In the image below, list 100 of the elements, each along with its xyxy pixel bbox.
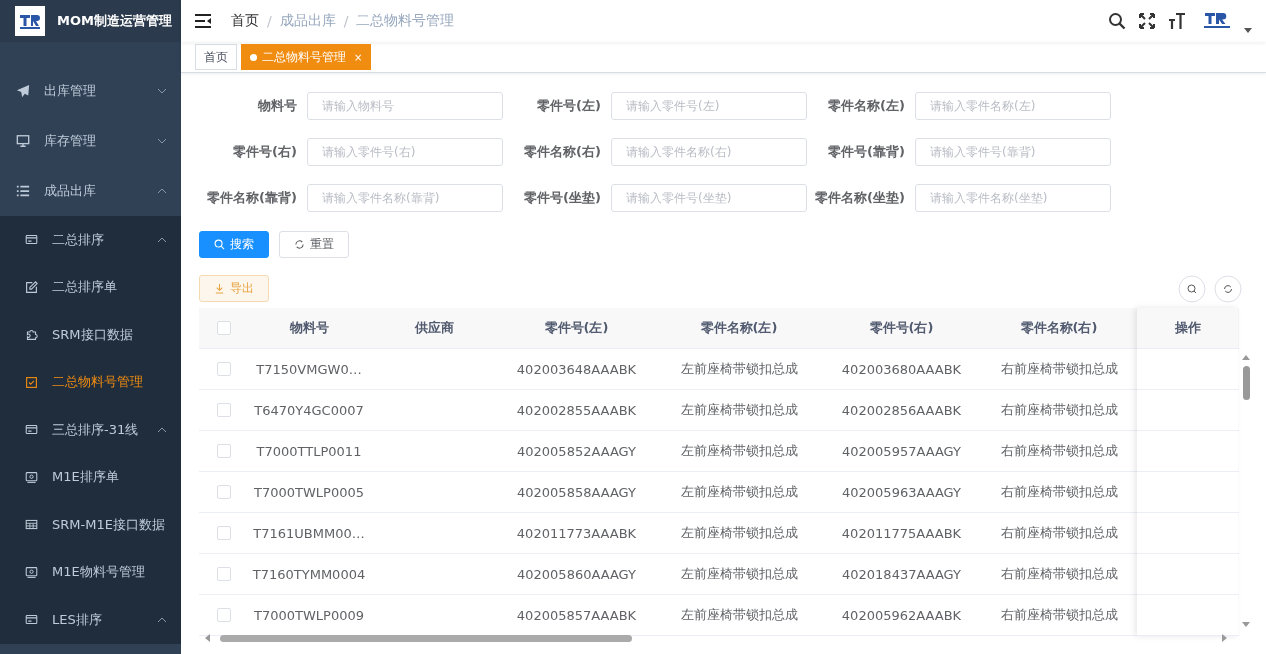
app-title: MOM制造运营管理 (57, 12, 172, 30)
menu-item[interactable]: 三总排序-31线 (0, 406, 181, 454)
row-checkbox[interactable] (217, 444, 231, 458)
search-icon[interactable] (1108, 12, 1126, 30)
table-cell: 右前座椅带锁扣总成 (1000, 361, 1118, 376)
paper-plane-icon (16, 84, 30, 98)
chevron-icon[interactable] (157, 616, 167, 623)
table-cell: 402002855AAABK (516, 402, 637, 418)
table-cell: 左前座椅带锁扣总成 (680, 361, 798, 376)
table-cell: 402005857AAABK (516, 607, 637, 623)
row-checkbox[interactable] (217, 567, 231, 581)
search-icon (214, 239, 225, 250)
input-field[interactable]: 请输入零件号(坐垫) (611, 184, 807, 212)
chevron-icon[interactable] (157, 88, 167, 94)
table-cell: 右前座椅带锁扣总成 (1000, 443, 1118, 458)
menu-item[interactable]: M1E排序单 (0, 453, 181, 501)
table-cell: 左前座椅带锁扣总成 (680, 566, 798, 581)
field-label: 零件名称(右) (523, 143, 602, 161)
menu-item[interactable]: 二总排序 (0, 216, 181, 264)
menu-item[interactable]: LES排序 (0, 596, 181, 644)
row-checkbox[interactable] (217, 403, 231, 417)
table-cell: 402005858AAAGY (517, 484, 636, 500)
table-cell: T7161UBMM00… (253, 525, 365, 541)
table-cell: 右前座椅带锁扣总成 (1000, 607, 1118, 622)
input-field[interactable]: 请输入零件号(左) (611, 92, 807, 120)
column-header: 物料号 (289, 320, 329, 335)
table-cell: 左前座椅带锁扣总成 (680, 607, 798, 622)
input-field[interactable]: 请输入零件名称(左) (915, 92, 1111, 120)
table-cell: 右前座椅带锁扣总成 (1000, 566, 1118, 581)
table-cell: T6470Y4GC0007 (254, 402, 364, 418)
menu-item[interactable]: 成品出库 (0, 166, 181, 216)
puzzle-icon (25, 328, 38, 342)
dot-icon (250, 53, 257, 61)
table-icon (25, 518, 38, 532)
logo-icon (15, 6, 45, 36)
card-icon (25, 233, 38, 247)
menu-item[interactable]: 二总物料号管理 (0, 358, 181, 406)
input-field[interactable]: 请输入零件号(靠背) (915, 138, 1111, 166)
input-field[interactable]: 请输入物料号 (307, 92, 503, 120)
menu-item[interactable]: 出库管理 (0, 66, 181, 116)
chevron-icon[interactable] (157, 236, 167, 243)
column-header: 零件号(右) (869, 320, 934, 335)
chevron-icon[interactable] (157, 426, 167, 433)
chevron-icon[interactable] (157, 188, 167, 194)
input-field[interactable]: 请输入零件名称(坐垫) (915, 184, 1111, 212)
fullscreen-icon[interactable] (1138, 12, 1156, 30)
page-tab[interactable]: 首页 (195, 44, 237, 70)
table-cell: 402018437AAAGY (842, 566, 961, 582)
table-cell: 左前座椅带锁扣总成 (680, 525, 798, 540)
table-cell: 右前座椅带锁扣总成 (1000, 525, 1118, 540)
row-checkbox[interactable] (217, 485, 231, 499)
menu-item[interactable]: 库存管理 (0, 116, 181, 166)
checkbox-icon (25, 375, 38, 389)
select-all-checkbox[interactable] (217, 321, 231, 335)
column-header: 零件名称(右) (1020, 320, 1098, 335)
field-label: 零件号(坐垫) (523, 189, 602, 207)
table-cell: 右前座椅带锁扣总成 (1000, 484, 1118, 499)
menu-item[interactable]: 二总排序单 (0, 263, 181, 311)
column-header: 操作 (1174, 319, 1201, 337)
input-field[interactable]: 请输入零件名称(右) (611, 138, 807, 166)
menu-item[interactable]: M1E物料号管理 (0, 548, 181, 596)
column-header: 零件号(左) (544, 320, 609, 335)
row-checkbox[interactable] (217, 608, 231, 622)
menu-icon[interactable] (195, 14, 211, 28)
monitor-icon (16, 134, 30, 148)
input-field[interactable]: 请输入零件名称(靠背) (307, 184, 503, 212)
table-cell: 402003680AAABK (841, 361, 962, 377)
table-cell: T7000TWLP0005 (254, 484, 364, 500)
table-cell: 左前座椅带锁扣总成 (680, 402, 798, 417)
input-field[interactable]: 请输入零件号(右) (307, 138, 503, 166)
field-label: 零件名称(靠背) (206, 189, 298, 207)
table-cell: T7160TYMM0004 (252, 566, 366, 582)
list-icon (16, 184, 30, 198)
card-icon (25, 423, 38, 437)
table-cell: 左前座椅带锁扣总成 (680, 484, 798, 499)
download-icon (214, 283, 225, 294)
reset-button[interactable]: 重置 (279, 231, 349, 258)
table-cell: 402011775AAABK (841, 525, 962, 541)
breadcrumb-separator: / (343, 13, 349, 29)
menu-item[interactable]: SRM接口数据 (0, 311, 181, 359)
breadcrumb-link[interactable]: 首页 (231, 12, 259, 30)
table-cell: 右前座椅带锁扣总成 (1000, 402, 1118, 417)
table-cell: 402005962AAABK (841, 607, 962, 623)
column-header: 零件名称(左) (700, 320, 778, 335)
row-checkbox[interactable] (217, 526, 231, 540)
table-cell: 402005860AAAGY (517, 566, 636, 582)
refresh-icon[interactable] (1214, 274, 1242, 303)
table-cell: 402003648AAABK (516, 361, 637, 377)
chevron-icon[interactable] (157, 138, 167, 144)
field-label: 零件号(靠背) (827, 143, 906, 161)
table-cell: 402005957AAAGY (842, 443, 961, 459)
caret-icon[interactable] (1244, 27, 1252, 33)
table-cell: 402005963AAAGY (842, 484, 961, 500)
avatar-logo-icon[interactable] (1202, 11, 1232, 31)
field-label: 物料号 (257, 97, 298, 115)
font-size-icon[interactable] (1168, 12, 1186, 30)
breadcrumb-separator: / (267, 13, 272, 29)
menu-item[interactable]: SRM-M1E接口数据 (0, 501, 181, 549)
row-checkbox[interactable] (217, 362, 231, 376)
refresh-icon (294, 239, 305, 250)
